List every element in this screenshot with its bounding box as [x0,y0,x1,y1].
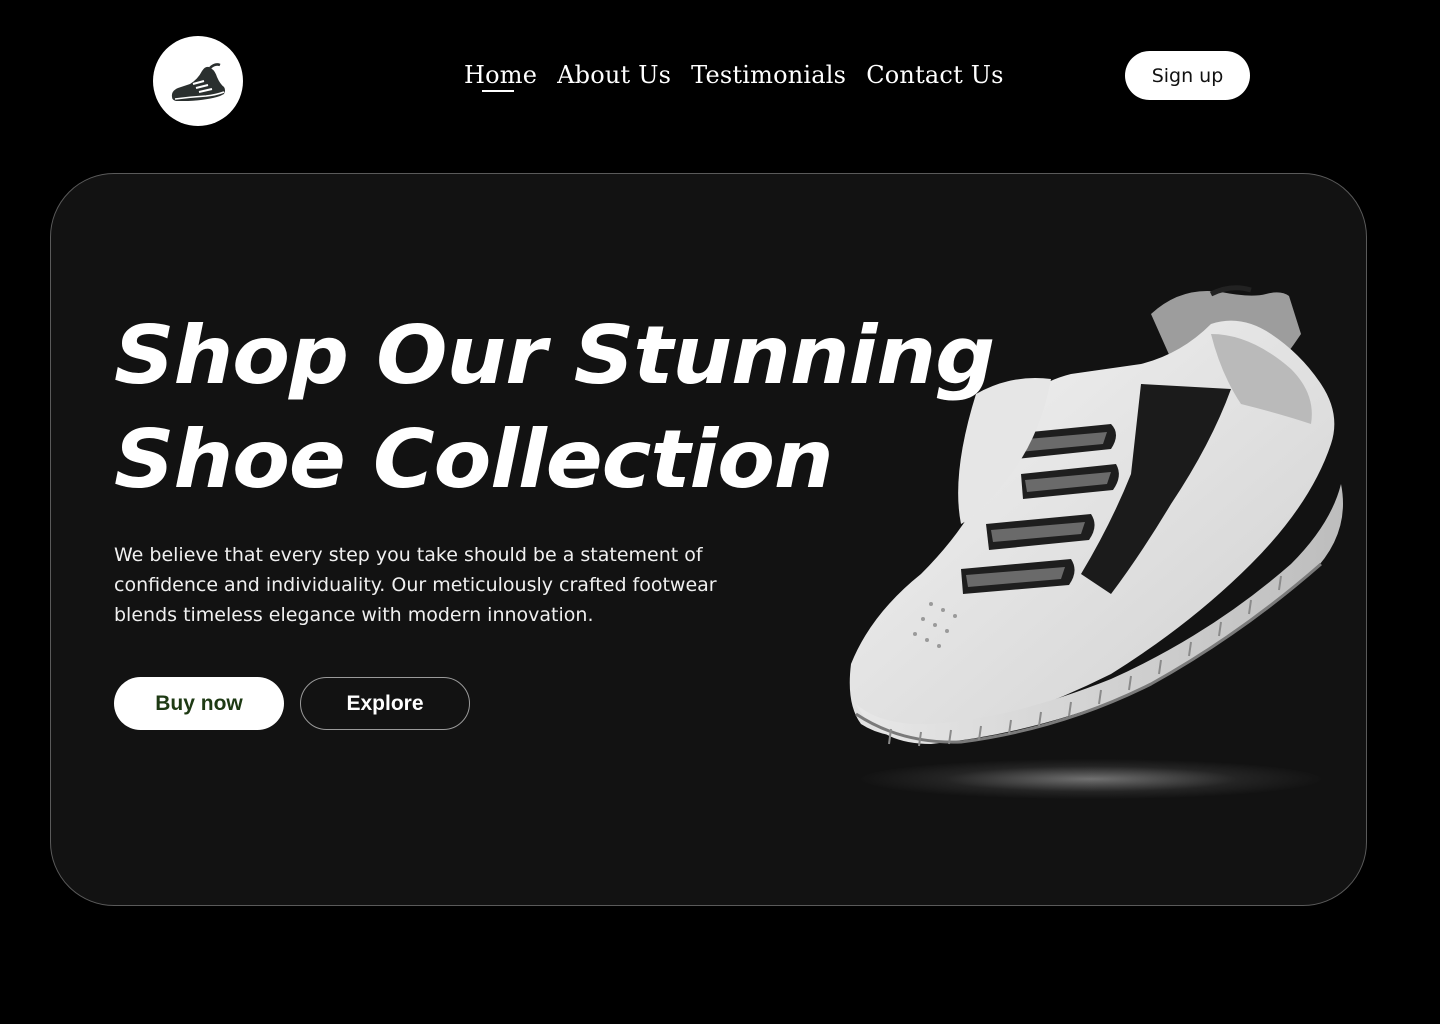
buy-now-button[interactable]: Buy now [114,677,284,730]
running-shoe-icon [171,63,225,101]
landing-page: Home About Us Testimonials Contact Us Si… [0,0,1440,1024]
logo[interactable] [153,36,243,126]
hero-description: We believe that every step you take shou… [114,544,717,626]
nav-testimonials[interactable]: Testimonials [691,58,846,92]
nav-about-us[interactable]: About Us [557,58,671,92]
white-sneaker-image [849,285,1343,747]
signup-button[interactable]: Sign up [1125,51,1250,100]
explore-button[interactable]: Explore [300,677,470,730]
nav-contact-us[interactable]: Contact Us [866,58,1003,92]
hero-card: Shop Our Stunning Shoe Collection We bel… [50,173,1367,906]
main-nav: Home About Us Testimonials Contact Us [464,58,1004,92]
nav-home[interactable]: Home [464,58,537,92]
